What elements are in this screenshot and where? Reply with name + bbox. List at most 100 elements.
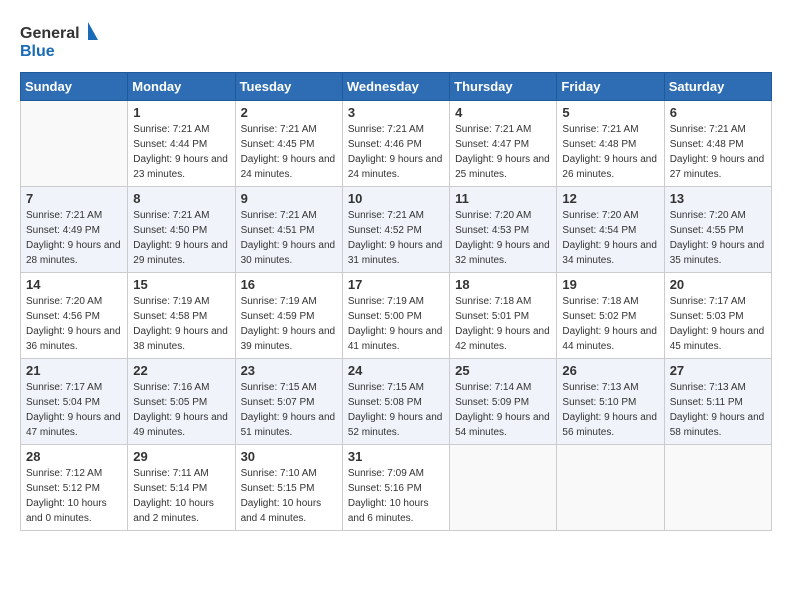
day-number: 15 xyxy=(133,277,229,292)
day-number: 9 xyxy=(241,191,337,206)
day-detail: Sunrise: 7:20 AMSunset: 4:55 PMDaylight:… xyxy=(670,208,766,268)
day-detail: Sunrise: 7:17 AMSunset: 5:03 PMDaylight:… xyxy=(670,294,766,354)
calendar-day-cell: 22 Sunrise: 7:16 AMSunset: 5:05 PMDayligh… xyxy=(128,359,235,445)
svg-text:General: General xyxy=(20,25,80,42)
day-number: 31 xyxy=(348,449,444,464)
calendar-day-cell: 3 Sunrise: 7:21 AMSunset: 4:46 PMDaylight… xyxy=(342,101,449,187)
calendar-day-cell: 4Sunrise: 7:21 AMSunset: 4:47 PMDaylight… xyxy=(450,101,557,187)
calendar-day-cell: 20Sunrise: 7:17 AMSunset: 5:03 PMDayligh… xyxy=(664,273,771,359)
day-detail: Sunrise: 7:21 AMSunset: 4:48 PMDaylight:… xyxy=(562,122,658,182)
day-detail: Sunrise: 7:11 AMSunset: 5:14 PMDaylight:… xyxy=(133,466,229,526)
day-detail: Sunrise: 7:17 AMSunset: 5:04 PMDaylight:… xyxy=(26,380,122,440)
day-number: 22 xyxy=(133,363,229,378)
calendar-day-cell xyxy=(664,445,771,531)
day-detail: Sunrise: 7:21 AMSunset: 4:47 PMDaylight:… xyxy=(455,122,551,182)
day-detail: Sunrise: 7:15 AMSunset: 5:08 PMDaylight:… xyxy=(348,380,444,440)
day-number: 6 xyxy=(670,105,766,120)
day-number: 28 xyxy=(26,449,122,464)
calendar-day-cell: 24 Sunrise: 7:15 AMSunset: 5:08 PMDayligh… xyxy=(342,359,449,445)
calendar-day-cell: 14 Sunrise: 7:20 AMSunset: 4:56 PMDayligh… xyxy=(21,273,128,359)
day-number: 30 xyxy=(241,449,337,464)
day-detail: Sunrise: 7:19 AMSunset: 4:59 PMDaylight:… xyxy=(241,294,337,354)
day-detail: Sunrise: 7:20 AMSunset: 4:54 PMDaylight:… xyxy=(562,208,658,268)
day-number: 25 xyxy=(455,363,551,378)
day-detail: Sunrise: 7:15 AMSunset: 5:07 PMDaylight:… xyxy=(241,380,337,440)
calendar-day-cell: 19 Sunrise: 7:18 AMSunset: 5:02 PMDayligh… xyxy=(557,273,664,359)
calendar-day-cell: 28 Sunrise: 7:12 AMSunset: 5:12 PMDayligh… xyxy=(21,445,128,531)
calendar-day-cell: 15 Sunrise: 7:19 AMSunset: 4:58 PMDayligh… xyxy=(128,273,235,359)
day-detail: Sunrise: 7:09 AMSunset: 5:16 PMDaylight:… xyxy=(348,466,444,526)
day-number: 29 xyxy=(133,449,229,464)
day-number: 8 xyxy=(133,191,229,206)
day-number: 5 xyxy=(562,105,658,120)
day-number: 7 xyxy=(26,191,122,206)
calendar-day-cell: 12 Sunrise: 7:20 AMSunset: 4:54 PMDayligh… xyxy=(557,187,664,273)
calendar-week-row: 14 Sunrise: 7:20 AMSunset: 4:56 PMDayligh… xyxy=(21,273,772,359)
calendar-day-cell: 1Sunrise: 7:21 AMSunset: 4:44 PMDaylight… xyxy=(128,101,235,187)
day-detail: Sunrise: 7:19 AMSunset: 4:58 PMDaylight:… xyxy=(133,294,229,354)
day-detail: Sunrise: 7:21 AMSunset: 4:46 PMDaylight:… xyxy=(348,122,444,182)
day-of-week-header: Sunday xyxy=(21,73,128,101)
day-detail: Sunrise: 7:13 AMSunset: 5:10 PMDaylight:… xyxy=(562,380,658,440)
day-number: 12 xyxy=(562,191,658,206)
calendar-day-cell: 7 Sunrise: 7:21 AMSunset: 4:49 PMDaylight… xyxy=(21,187,128,273)
logo-svg: GeneralBlue xyxy=(20,20,100,62)
calendar-day-cell: 10Sunrise: 7:21 AMSunset: 4:52 PMDayligh… xyxy=(342,187,449,273)
day-detail: Sunrise: 7:21 AMSunset: 4:45 PMDaylight:… xyxy=(241,122,337,182)
svg-text:Blue: Blue xyxy=(20,43,55,60)
day-detail: Sunrise: 7:21 AMSunset: 4:48 PMDaylight:… xyxy=(670,122,766,182)
day-of-week-header: Thursday xyxy=(450,73,557,101)
calendar-day-cell: 13 Sunrise: 7:20 AMSunset: 4:55 PMDayligh… xyxy=(664,187,771,273)
day-number: 2 xyxy=(241,105,337,120)
day-of-week-header: Saturday xyxy=(664,73,771,101)
day-detail: Sunrise: 7:18 AMSunset: 5:02 PMDaylight:… xyxy=(562,294,658,354)
day-detail: Sunrise: 7:18 AMSunset: 5:01 PMDaylight:… xyxy=(455,294,551,354)
day-of-week-header: Tuesday xyxy=(235,73,342,101)
day-detail: Sunrise: 7:21 AMSunset: 4:50 PMDaylight:… xyxy=(133,208,229,268)
calendar-day-cell xyxy=(21,101,128,187)
page-header: GeneralBlue xyxy=(20,20,772,62)
calendar-day-cell: 5 Sunrise: 7:21 AMSunset: 4:48 PMDaylight… xyxy=(557,101,664,187)
day-number: 18 xyxy=(455,277,551,292)
calendar-week-row: 7 Sunrise: 7:21 AMSunset: 4:49 PMDaylight… xyxy=(21,187,772,273)
day-number: 16 xyxy=(241,277,337,292)
day-number: 19 xyxy=(562,277,658,292)
calendar-week-row: 21Sunrise: 7:17 AMSunset: 5:04 PMDayligh… xyxy=(21,359,772,445)
day-number: 14 xyxy=(26,277,122,292)
day-number: 11 xyxy=(455,191,551,206)
day-detail: Sunrise: 7:16 AMSunset: 5:05 PMDaylight:… xyxy=(133,380,229,440)
day-number: 3 xyxy=(348,105,444,120)
calendar-day-cell: 25 Sunrise: 7:14 AMSunset: 5:09 PMDayligh… xyxy=(450,359,557,445)
calendar-day-cell: 27 Sunrise: 7:13 AMSunset: 5:11 PMDayligh… xyxy=(664,359,771,445)
day-number: 1 xyxy=(133,105,229,120)
calendar-day-cell xyxy=(450,445,557,531)
calendar-week-row: 1Sunrise: 7:21 AMSunset: 4:44 PMDaylight… xyxy=(21,101,772,187)
calendar-day-cell: 18 Sunrise: 7:18 AMSunset: 5:01 PMDayligh… xyxy=(450,273,557,359)
calendar-day-cell: 16 Sunrise: 7:19 AMSunset: 4:59 PMDayligh… xyxy=(235,273,342,359)
day-number: 17 xyxy=(348,277,444,292)
day-of-week-header: Friday xyxy=(557,73,664,101)
day-of-week-header: Wednesday xyxy=(342,73,449,101)
calendar-day-cell xyxy=(557,445,664,531)
day-detail: Sunrise: 7:13 AMSunset: 5:11 PMDaylight:… xyxy=(670,380,766,440)
day-number: 26 xyxy=(562,363,658,378)
day-detail: Sunrise: 7:21 AMSunset: 4:51 PMDaylight:… xyxy=(241,208,337,268)
day-detail: Sunrise: 7:12 AMSunset: 5:12 PMDaylight:… xyxy=(26,466,122,526)
day-detail: Sunrise: 7:20 AMSunset: 4:53 PMDaylight:… xyxy=(455,208,551,268)
day-detail: Sunrise: 7:14 AMSunset: 5:09 PMDaylight:… xyxy=(455,380,551,440)
calendar-day-cell: 29 Sunrise: 7:11 AMSunset: 5:14 PMDayligh… xyxy=(128,445,235,531)
day-detail: Sunrise: 7:10 AMSunset: 5:15 PMDaylight:… xyxy=(241,466,337,526)
calendar-day-cell: 21Sunrise: 7:17 AMSunset: 5:04 PMDayligh… xyxy=(21,359,128,445)
day-detail: Sunrise: 7:20 AMSunset: 4:56 PMDaylight:… xyxy=(26,294,122,354)
day-detail: Sunrise: 7:21 AMSunset: 4:49 PMDaylight:… xyxy=(26,208,122,268)
calendar-table: SundayMondayTuesdayWednesdayThursdayFrid… xyxy=(20,72,772,531)
day-number: 13 xyxy=(670,191,766,206)
day-number: 27 xyxy=(670,363,766,378)
day-detail: Sunrise: 7:19 AMSunset: 5:00 PMDaylight:… xyxy=(348,294,444,354)
day-number: 24 xyxy=(348,363,444,378)
calendar-day-cell: 23Sunrise: 7:15 AMSunset: 5:07 PMDayligh… xyxy=(235,359,342,445)
calendar-day-cell: 30 Sunrise: 7:10 AMSunset: 5:15 PMDayligh… xyxy=(235,445,342,531)
calendar-day-cell: 2 Sunrise: 7:21 AMSunset: 4:45 PMDaylight… xyxy=(235,101,342,187)
calendar-day-cell: 11 Sunrise: 7:20 AMSunset: 4:53 PMDayligh… xyxy=(450,187,557,273)
calendar-day-cell: 31 Sunrise: 7:09 AMSunset: 5:16 PMDayligh… xyxy=(342,445,449,531)
